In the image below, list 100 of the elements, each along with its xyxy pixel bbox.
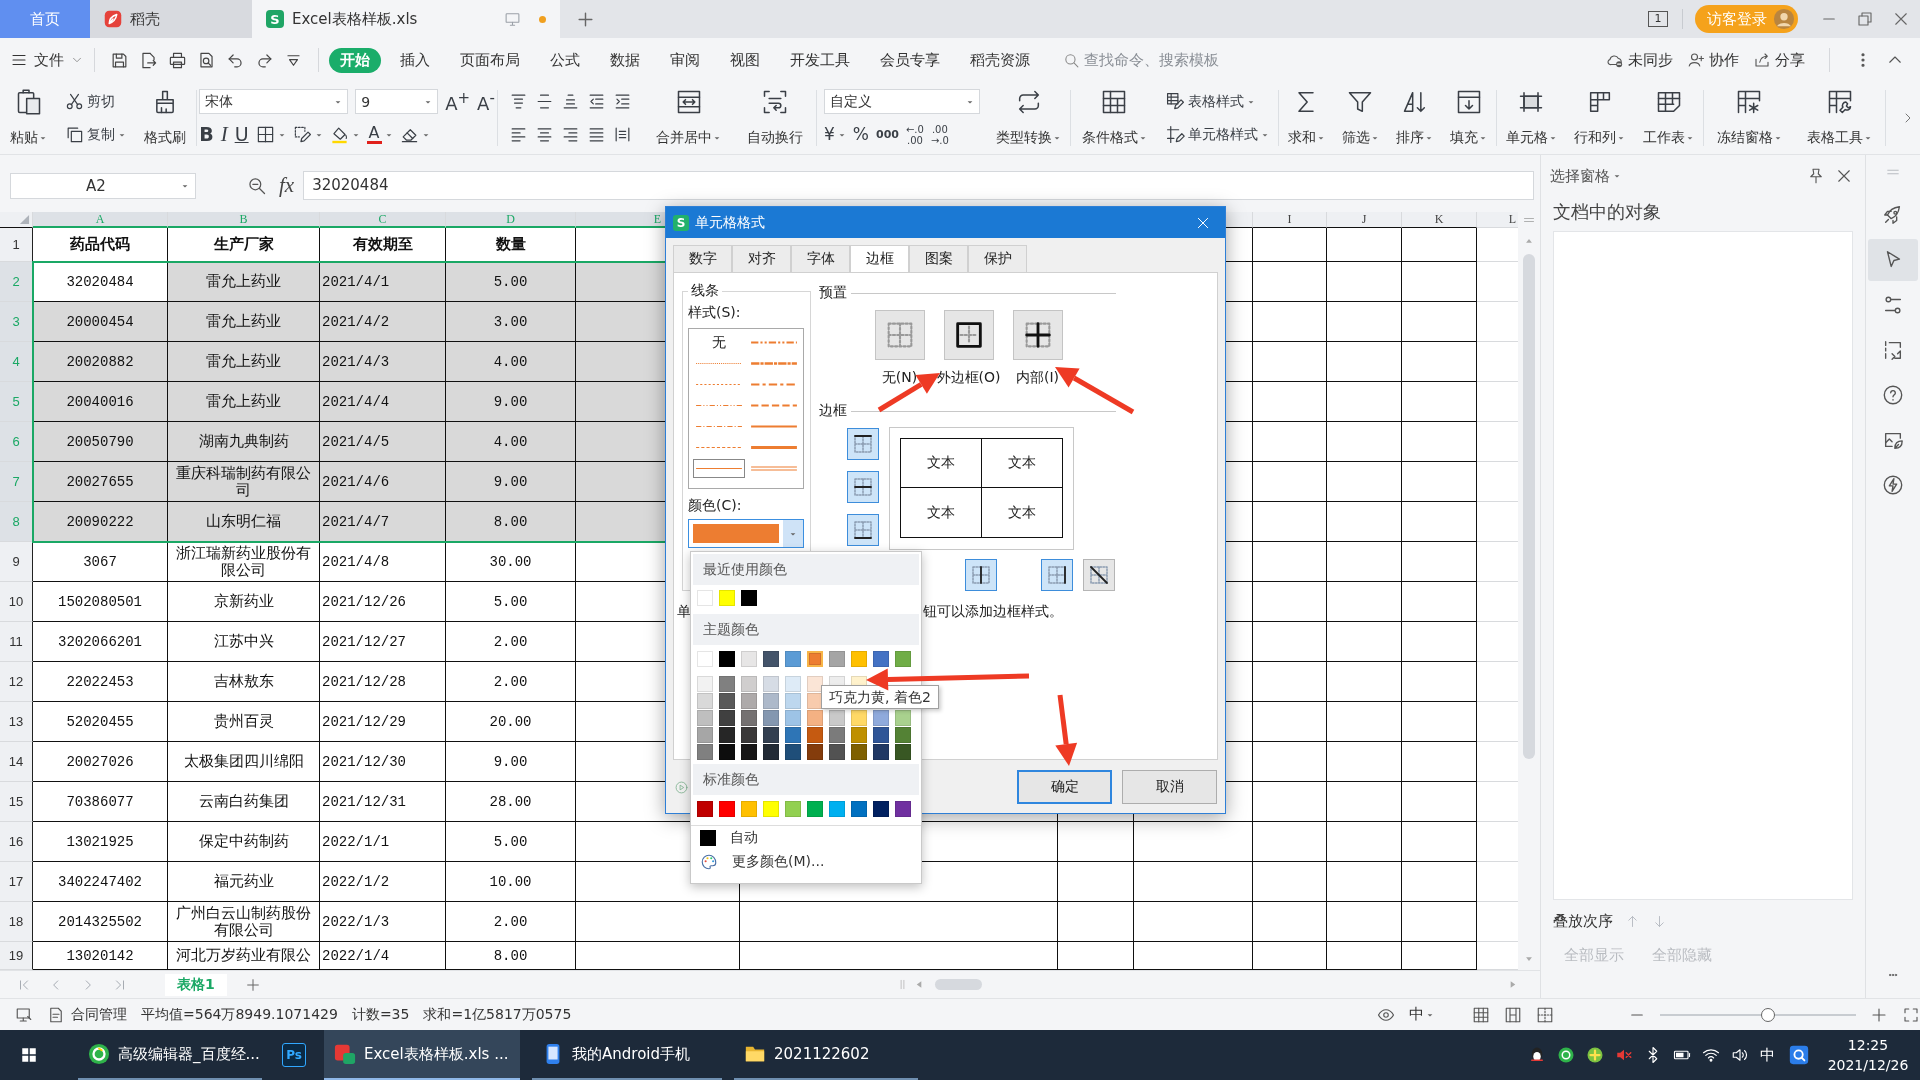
- color-swatch[interactable]: [697, 727, 713, 743]
- wifi-icon[interactable]: [1702, 1046, 1720, 1064]
- color-swatch[interactable]: [895, 727, 911, 743]
- input-method-button[interactable]: 中: [1760, 1045, 1775, 1065]
- border-toggle[interactable]: [847, 428, 879, 460]
- border-toggle[interactable]: [847, 514, 879, 546]
- sync-button[interactable]: 未同步: [1606, 50, 1673, 70]
- border-toggle[interactable]: [965, 559, 997, 591]
- magnifier-tile-icon[interactable]: [1789, 1045, 1809, 1065]
- ribbon-tab[interactable]: 插入: [389, 47, 441, 73]
- taskbar-app[interactable]: Excel表格样板.xls ...: [324, 1030, 520, 1080]
- table-style-button[interactable]: 表格样式: [1166, 88, 1256, 115]
- normal-view-icon[interactable]: [1472, 1005, 1490, 1024]
- ribbon-tab[interactable]: 页面布局: [449, 47, 531, 73]
- ribbon-tab[interactable]: 稻壳资源: [959, 47, 1041, 73]
- monitor-icon[interactable]: [15, 1005, 33, 1024]
- taskbar-app[interactable]: 我的Android手机: [532, 1030, 722, 1080]
- new-tab-icon[interactable]: [576, 9, 595, 29]
- color-swatch[interactable]: [719, 590, 735, 606]
- color-swatch[interactable]: [807, 676, 823, 692]
- color-swatch[interactable]: [785, 801, 801, 817]
- color-swatch[interactable]: [895, 710, 911, 726]
- color-swatch[interactable]: [697, 693, 713, 709]
- play-circle-icon[interactable]: [675, 780, 688, 794]
- color-swatch[interactable]: [741, 590, 757, 606]
- pane-title-menu[interactable]: 选择窗格: [1550, 166, 1621, 186]
- document-magnifier-icon[interactable]: [197, 50, 216, 70]
- document-tab[interactable]: S Excel表格样板.xls: [252, 0, 560, 38]
- color-swatch[interactable]: [829, 744, 845, 760]
- ok-button[interactable]: 确定: [1017, 770, 1112, 804]
- color-swatch[interactable]: [873, 651, 889, 667]
- paste-button[interactable]: 粘贴: [8, 85, 49, 151]
- sum-button[interactable]: 求和: [1285, 85, 1327, 151]
- number-format-field[interactable]: 自定义: [824, 89, 980, 114]
- contract-button[interactable]: 合同管理: [47, 1005, 127, 1024]
- color-swatch[interactable]: [785, 710, 801, 726]
- color-swatch[interactable]: [763, 710, 779, 726]
- color-swatch[interactable]: [895, 744, 911, 760]
- color-swatch[interactable]: [697, 676, 713, 692]
- format-painter-button[interactable]: 格式刷: [142, 85, 188, 151]
- filter-button[interactable]: 筛选: [1339, 85, 1381, 151]
- color-swatch[interactable]: [807, 801, 823, 817]
- ribbon-tab[interactable]: 数据: [599, 47, 651, 73]
- dialog-tab[interactable]: 保护: [968, 245, 1027, 272]
- color-swatch[interactable]: [741, 727, 757, 743]
- border-toggle[interactable]: [847, 471, 879, 503]
- freeze-panes-button[interactable]: 冻结窗格: [1714, 85, 1784, 151]
- color-swatch[interactable]: [741, 744, 757, 760]
- ribbon-tab[interactable]: 会员专享: [869, 47, 951, 73]
- italic-button[interactable]: I: [220, 121, 228, 148]
- color-swatch[interactable]: [807, 651, 823, 667]
- pin-icon[interactable]: [1807, 167, 1825, 185]
- dialog-tab[interactable]: 数字: [673, 245, 732, 272]
- add-sheet-icon[interactable]: [244, 976, 261, 993]
- color-swatch[interactable]: [697, 801, 713, 817]
- taskbar-app[interactable]: 2021122602: [734, 1030, 918, 1080]
- decrease-decimal-button[interactable]: .00 →.0: [930, 121, 949, 148]
- font-size-field[interactable]: 9: [355, 89, 439, 114]
- underline-button[interactable]: U: [234, 121, 249, 148]
- increase-font-button[interactable]: A$^{+}$: [445, 88, 471, 115]
- border-toggle[interactable]: [1041, 559, 1073, 591]
- color-swatch[interactable]: [895, 651, 911, 667]
- convert-type-button[interactable]: 类型转换: [994, 85, 1063, 151]
- color-swatch[interactable]: [741, 801, 757, 817]
- cancel-button[interactable]: 取消: [1122, 770, 1217, 804]
- automatic-color-item[interactable]: 自动: [691, 826, 921, 850]
- cell-style-button[interactable]: 单元格样式: [1166, 121, 1270, 148]
- increase-decimal-button[interactable]: ←.0 .00: [905, 121, 924, 148]
- font-color-button[interactable]: A: [366, 121, 393, 148]
- color-swatch[interactable]: [741, 693, 757, 709]
- sort-button[interactable]: 排序: [1394, 85, 1436, 151]
- currency-button[interactable]: ¥: [824, 121, 846, 148]
- color-swatch[interactable]: [719, 651, 735, 667]
- color-swatch[interactable]: [851, 727, 867, 743]
- zoom-out-icon[interactable]: [247, 175, 267, 196]
- decrease-font-button[interactable]: A$^{-}$: [477, 88, 495, 115]
- font-name-field[interactable]: 宋体: [199, 89, 349, 114]
- color-swatch[interactable]: [829, 651, 845, 667]
- color-swatch[interactable]: [763, 693, 779, 709]
- color-swatch[interactable]: [741, 651, 757, 667]
- conditional-format-button[interactable]: 条件格式: [1079, 85, 1149, 151]
- dialog-tab[interactable]: 字体: [791, 245, 850, 272]
- color-swatch[interactable]: [719, 693, 735, 709]
- fullscreen-icon[interactable]: [1902, 1005, 1920, 1024]
- restore-icon[interactable]: [1856, 10, 1874, 28]
- first-sheet-icon[interactable]: [17, 977, 31, 992]
- color-swatch[interactable]: [873, 801, 889, 817]
- color-swatch[interactable]: [873, 710, 889, 726]
- color-swatch[interactable]: [697, 710, 713, 726]
- color-swatch[interactable]: [719, 676, 735, 692]
- color-swatch[interactable]: [697, 744, 713, 760]
- share-button[interactable]: 分享: [1753, 50, 1805, 70]
- color-swatch[interactable]: [763, 727, 779, 743]
- slider-thumb[interactable]: [1760, 1007, 1775, 1022]
- color-swatch[interactable]: [829, 710, 845, 726]
- volume-icon[interactable]: [1731, 1046, 1749, 1064]
- start-icon[interactable]: [20, 1046, 38, 1064]
- table-tools-button[interactable]: 表格工具: [1805, 85, 1875, 151]
- formula-field[interactable]: 32020484: [303, 171, 1535, 200]
- color-swatch[interactable]: [697, 651, 713, 667]
